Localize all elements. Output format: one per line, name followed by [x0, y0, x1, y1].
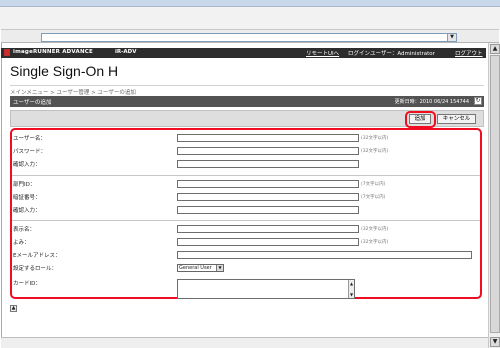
display-name-hint: (32文字以内) — [361, 227, 389, 232]
brand-logo-icon — [4, 49, 10, 56]
email-input[interactable] — [177, 251, 472, 259]
login-user-text: ログインユーザー：Administrator — [348, 51, 435, 57]
role-value: General User — [179, 265, 212, 271]
display-name-input[interactable] — [177, 225, 359, 233]
breadcrumb: メインメニュー > ユーザー管理 > ユーザーの追加 — [10, 85, 484, 96]
confirm-pin-input[interactable] — [177, 206, 359, 214]
arrow-down-icon[interactable]: ▼ — [349, 292, 354, 297]
browser-status-bar — [1, 337, 488, 348]
scroll-up-button[interactable]: ▲ — [490, 44, 500, 54]
password-hint: (32文字以内) — [361, 149, 389, 154]
confirm-pin-label: 確認入力： — [13, 208, 41, 214]
address-bar: ▼ — [1, 29, 499, 43]
pin-input[interactable] — [177, 193, 359, 201]
page-title: Single Sign-On H — [10, 63, 119, 79]
back-to-top-icon[interactable]: ▲ — [10, 305, 17, 312]
section-divider — [12, 175, 480, 176]
display-name-label: 表示名： — [13, 227, 36, 233]
pin-hint: (7文字以内) — [361, 195, 386, 200]
address-field[interactable]: ▼ — [41, 33, 457, 42]
email-label: Eメールアドレス： — [13, 253, 61, 259]
card-id-scrollbar[interactable]: ▲ ▼ — [348, 280, 354, 298]
section-title: ユーザーの追加 — [13, 100, 52, 106]
user-name-hint: (32文字以内) — [361, 136, 389, 141]
card-id-label: カードID： — [13, 281, 41, 287]
cancel-button[interactable]: キャンセル — [437, 114, 476, 124]
brand-bar: imageRUNNER ADVANCE iR-ADV リモートUIへ ログインユ… — [1, 48, 486, 58]
add-button-highlight — [405, 111, 436, 128]
card-id-input[interactable]: ▲ ▼ — [177, 279, 355, 299]
reading-label: よみ： — [13, 240, 30, 246]
user-name-label: ユーザー名： — [13, 136, 46, 142]
password-input[interactable] — [177, 147, 359, 155]
reading-hint: (32文字以内) — [361, 240, 389, 245]
department-id-label: 部門ID： — [13, 182, 36, 188]
browser-title-bar — [0, 0, 500, 7]
chevron-down-icon[interactable]: ▼ — [447, 34, 456, 41]
scroll-thumb[interactable] — [490, 55, 500, 333]
device-name: iR-ADV — [115, 49, 137, 55]
remote-ui-link[interactable]: リモートUIへ — [306, 49, 339, 57]
logout-link[interactable]: ログアウト — [455, 49, 483, 57]
section-divider — [12, 220, 480, 221]
arrow-up-icon[interactable]: ▲ — [349, 281, 354, 286]
brand-name: imageRUNNER ADVANCE — [13, 49, 93, 55]
role-label: 設定するロール： — [13, 266, 58, 272]
reading-input[interactable] — [177, 238, 359, 246]
section-header: ユーザーの追加 更新日時：2010 06/24 154744 ↻ — [10, 96, 484, 107]
role-select[interactable]: General User ▼ — [177, 264, 224, 272]
department-id-input[interactable] — [177, 180, 359, 188]
scroll-down-button[interactable]: ▼ — [490, 337, 500, 347]
confirm-password-input[interactable] — [177, 160, 359, 168]
department-id-hint: (7文字以内) — [361, 182, 386, 187]
updated-timestamp: 更新日時：2010 06/24 154744 — [394, 99, 469, 105]
password-label: パスワード： — [13, 149, 47, 155]
user-name-input[interactable] — [177, 134, 359, 142]
vertical-scrollbar[interactable]: ▲ ▼ — [488, 43, 500, 348]
confirm-password-label: 確認入力： — [13, 162, 41, 168]
refresh-icon[interactable]: ↻ — [474, 97, 482, 105]
pin-label: 暗証番号： — [13, 195, 41, 201]
chevron-down-icon[interactable]: ▼ — [216, 265, 223, 271]
